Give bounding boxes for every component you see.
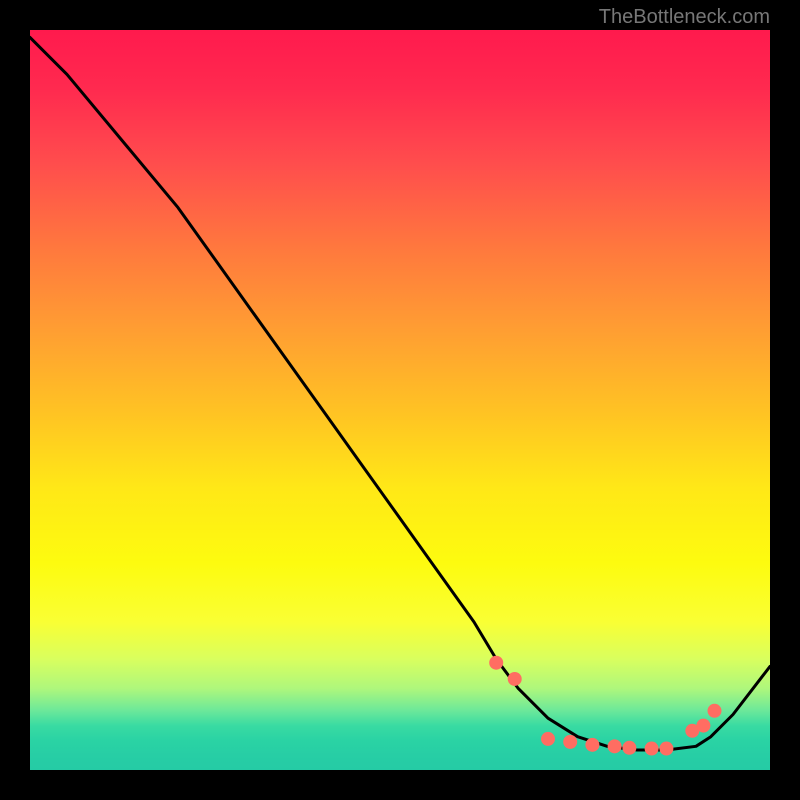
data-point (708, 704, 722, 718)
chart-container: TheBottleneck.com (0, 0, 800, 800)
data-point (696, 719, 710, 733)
chart-svg (30, 30, 770, 770)
data-point (659, 742, 673, 756)
curve-line (30, 37, 770, 750)
data-point (645, 742, 659, 756)
data-point (541, 732, 555, 746)
data-point (622, 741, 636, 755)
data-point (563, 735, 577, 749)
watermark-text: TheBottleneck.com (599, 6, 770, 29)
data-point (585, 738, 599, 752)
plot-area (30, 30, 770, 770)
data-point (489, 656, 503, 670)
data-point (508, 672, 522, 686)
data-point (608, 739, 622, 753)
